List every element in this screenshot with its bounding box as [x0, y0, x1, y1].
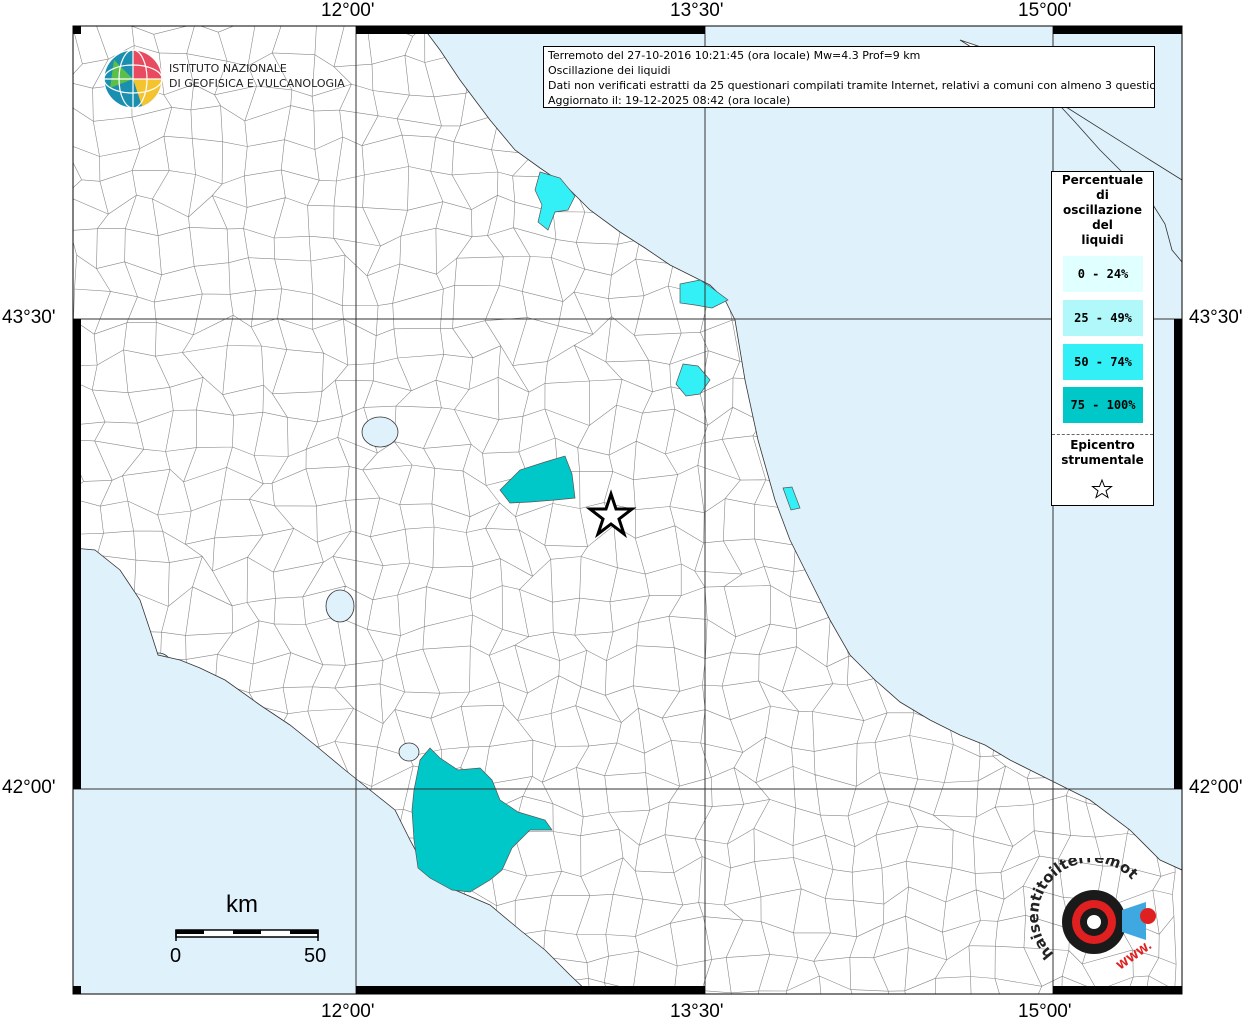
legend-item-0-24: 0 - 24%: [1063, 256, 1143, 292]
lon-label-bottom-1: 12°00': [321, 1001, 375, 1022]
legend-separator: [1052, 434, 1153, 435]
lat-label-right-2: 42°00': [1189, 777, 1243, 798]
logo-line1: ISTITUTO NAZIONALE: [169, 62, 287, 75]
info-event-line: Terremoto del 27-10-2016 10:21:45 (ora l…: [548, 49, 921, 62]
lon-label-top-1: 12°00': [321, 0, 375, 21]
lat-label-left-1: 43°30': [2, 307, 56, 328]
scale-title: km: [226, 891, 258, 918]
lat-label-right-1: 43°30': [1189, 307, 1243, 328]
lake-bolsena: [325, 589, 355, 623]
scale-min: 0: [170, 945, 182, 967]
event-info-box: Terremoto del 27-10-2016 10:21:45 (ora l…: [543, 46, 1155, 108]
ingv-logo: [103, 49, 163, 109]
haisentito-logo-url: WWW.: [1114, 939, 1154, 972]
info-updated: Aggiornato il: 19-12-2025 08:42 (ora loc…: [548, 94, 791, 107]
scale-max: 50: [304, 945, 327, 967]
lon-label-bottom-3: 15°00': [1018, 1001, 1072, 1022]
logo-line2: DI GEOFISICA E VULCANOLOGIA: [169, 77, 345, 90]
legend-item-75-100: 75 - 100%: [1063, 387, 1143, 423]
lon-label-bottom-2: 13°30': [670, 1001, 724, 1022]
legend: Percentuale di oscillazione del liquidi …: [1051, 171, 1154, 506]
lat-label-left-2: 42°00': [2, 777, 56, 798]
legend-item-50-74: 50 - 74%: [1063, 344, 1143, 380]
lake-bracciano: [398, 742, 420, 762]
info-parameter-line: Oscillazione dei liquidi: [548, 64, 671, 77]
haisentito-logo: haisentitoilterremoto.it WWW.: [1030, 858, 1156, 972]
legend-title: Percentuale di oscillazione del liquidi: [1061, 173, 1144, 247]
legend-item-25-49: 25 - 49%: [1063, 300, 1143, 336]
lake-trasimeno: [361, 416, 399, 448]
info-data-note: Dati non verificati estratti da 25 quest…: [548, 79, 1155, 92]
legend-star-icon: [1091, 478, 1113, 499]
legend-epicenter-label: Epicentro strumentale: [1061, 438, 1144, 467]
lon-label-top-3: 15°00': [1018, 0, 1072, 21]
lon-label-top-2: 13°30': [670, 0, 724, 21]
